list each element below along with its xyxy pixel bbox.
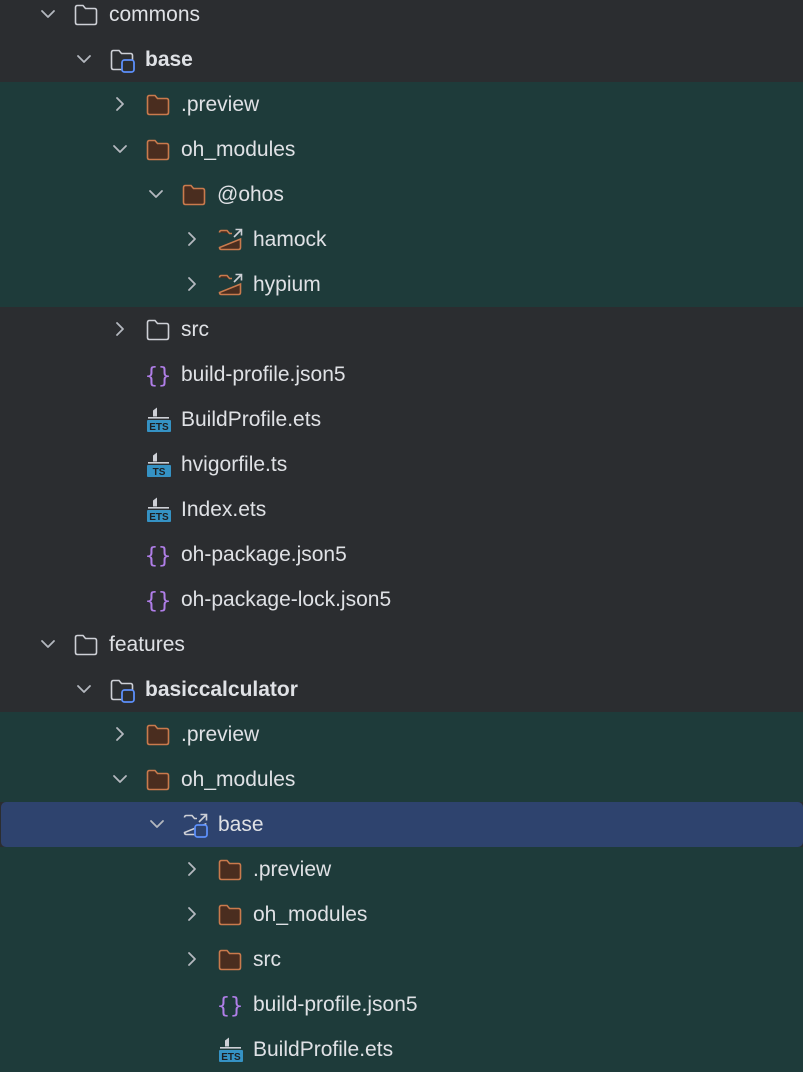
- svg-text:ETS: ETS: [221, 1052, 241, 1063]
- ets-file-icon: ETS: [145, 497, 171, 523]
- tree-item-label: build-profile.json5: [253, 993, 418, 1016]
- chevron-down-icon[interactable]: [147, 814, 167, 834]
- tree-row-base[interactable]: base: [0, 37, 803, 82]
- tree-row-src[interactable]: src: [0, 307, 803, 352]
- folder-icon: [73, 2, 99, 28]
- tree-item-label: commons: [109, 3, 201, 26]
- svg-text:TS: TS: [153, 467, 166, 478]
- chevron-down-icon[interactable]: [110, 139, 130, 159]
- tree-row-preview[interactable]: .preview: [0, 82, 803, 127]
- excluded-folder-icon: [145, 92, 171, 118]
- svg-text:{}: {}: [217, 994, 243, 1018]
- tree-item-label: oh_modules: [181, 768, 296, 791]
- chevron-down-icon[interactable]: [74, 49, 94, 69]
- svg-text:{}: {}: [145, 364, 171, 388]
- tree-item-label: src: [253, 948, 281, 971]
- tree-item-label: BuildProfile.ets: [253, 1038, 394, 1061]
- chevron-down-icon[interactable]: [110, 769, 130, 789]
- chevron-right-icon[interactable]: [182, 859, 202, 879]
- tree-row-oh-modules[interactable]: oh_modules: [0, 892, 803, 937]
- excluded-folder-icon: [145, 767, 171, 793]
- chevron-down-icon[interactable]: [74, 679, 94, 699]
- tree-row-oh-modules[interactable]: oh_modules: [0, 757, 803, 802]
- module-folder-icon: [109, 47, 135, 73]
- tree-item-label: hypium: [253, 273, 321, 296]
- chevron-right-icon[interactable]: [110, 724, 130, 744]
- json5-file-icon: {}: [217, 992, 243, 1018]
- tree-item-label: src: [181, 318, 209, 341]
- tree-row-buildprofile-ets[interactable]: ETS BuildProfile.ets: [0, 1027, 803, 1072]
- tree-item-label: hamock: [253, 228, 327, 251]
- tree-row-ohos[interactable]: @ohos: [0, 172, 803, 217]
- tree-item-label: .preview: [181, 723, 260, 746]
- tree-item-label: features: [109, 633, 185, 656]
- tree-item-label: oh_modules: [181, 138, 296, 161]
- chevron-down-icon[interactable]: [38, 634, 58, 654]
- json5-file-icon: {}: [145, 362, 171, 388]
- tree-row-features[interactable]: features: [0, 622, 803, 667]
- chevron-right-icon[interactable]: [110, 94, 130, 114]
- tree-row-src[interactable]: src: [0, 937, 803, 982]
- excluded-folder-icon: [181, 182, 207, 208]
- ets-file-icon: ETS: [145, 407, 171, 433]
- project-tree: commons base .preview oh_modules @ohos hamock…: [0, 0, 803, 1072]
- tree-item-label: basiccalculator: [145, 678, 298, 701]
- tree-item-label: build-profile.json5: [181, 363, 346, 386]
- symlink-folder-icon: [217, 227, 243, 253]
- symlink-module-icon: [182, 812, 208, 838]
- tree-item-label: oh_modules: [253, 903, 368, 926]
- chevron-right-icon[interactable]: [182, 274, 202, 294]
- tree-row-oh-package-json5[interactable]: {} oh-package.json5: [0, 532, 803, 577]
- svg-text:ETS: ETS: [149, 422, 169, 433]
- tree-item-label: .preview: [253, 858, 332, 881]
- tree-item-label: .preview: [181, 93, 260, 116]
- excluded-folder-icon: [145, 722, 171, 748]
- tree-item-label: oh-package.json5: [181, 543, 347, 566]
- tree-row-oh-modules[interactable]: oh_modules: [0, 127, 803, 172]
- tree-item-label: hvigorfile.ts: [181, 453, 288, 476]
- tree-row-index-ets[interactable]: ETS Index.ets: [0, 487, 803, 532]
- excluded-folder-icon: [145, 137, 171, 163]
- ts-file-icon: TS: [145, 452, 171, 478]
- tree-item-label: Index.ets: [181, 498, 267, 521]
- tree-row-build-profile-json5[interactable]: {} build-profile.json5: [0, 352, 803, 397]
- svg-text:{}: {}: [145, 544, 171, 568]
- tree-row-hvigorfile-ts[interactable]: TS hvigorfile.ts: [0, 442, 803, 487]
- folder-icon: [145, 317, 171, 343]
- excluded-folder-icon: [217, 902, 243, 928]
- ets-file-icon: ETS: [217, 1037, 243, 1063]
- chevron-down-icon[interactable]: [38, 4, 58, 24]
- excluded-folder-icon: [217, 857, 243, 883]
- module-folder-icon: [109, 677, 135, 703]
- tree-row-basiccalculator[interactable]: basiccalculator: [0, 667, 803, 712]
- tree-item-label: base: [145, 48, 193, 71]
- tree-item-label: oh-package-lock.json5: [181, 588, 392, 611]
- chevron-right-icon[interactable]: [182, 229, 202, 249]
- excluded-folder-icon: [217, 947, 243, 973]
- chevron-down-icon[interactable]: [146, 184, 166, 204]
- tree-row-base[interactable]: base: [1, 802, 803, 847]
- folder-icon: [73, 632, 99, 658]
- svg-text:{}: {}: [145, 589, 171, 613]
- chevron-right-icon[interactable]: [182, 904, 202, 924]
- tree-row-build-profile-json5[interactable]: {} build-profile.json5: [0, 982, 803, 1027]
- json5-file-icon: {}: [145, 587, 171, 613]
- tree-row-hypium[interactable]: hypium: [0, 262, 803, 307]
- json5-file-icon: {}: [145, 542, 171, 568]
- tree-row-hamock[interactable]: hamock: [0, 217, 803, 262]
- tree-item-label: @ohos: [217, 183, 284, 206]
- tree-row-oh-package-lock-json5[interactable]: {} oh-package-lock.json5: [0, 577, 803, 622]
- tree-item-label: BuildProfile.ets: [181, 408, 322, 431]
- symlink-folder-icon: [217, 272, 243, 298]
- tree-row-preview[interactable]: .preview: [0, 712, 803, 757]
- svg-text:ETS: ETS: [149, 512, 169, 523]
- chevron-right-icon[interactable]: [182, 949, 202, 969]
- tree-row-commons[interactable]: commons: [0, 0, 803, 37]
- tree-item-label: base: [218, 813, 264, 836]
- tree-row-buildprofile-ets[interactable]: ETS BuildProfile.ets: [0, 397, 803, 442]
- tree-row-preview[interactable]: .preview: [0, 847, 803, 892]
- chevron-right-icon[interactable]: [110, 319, 130, 339]
